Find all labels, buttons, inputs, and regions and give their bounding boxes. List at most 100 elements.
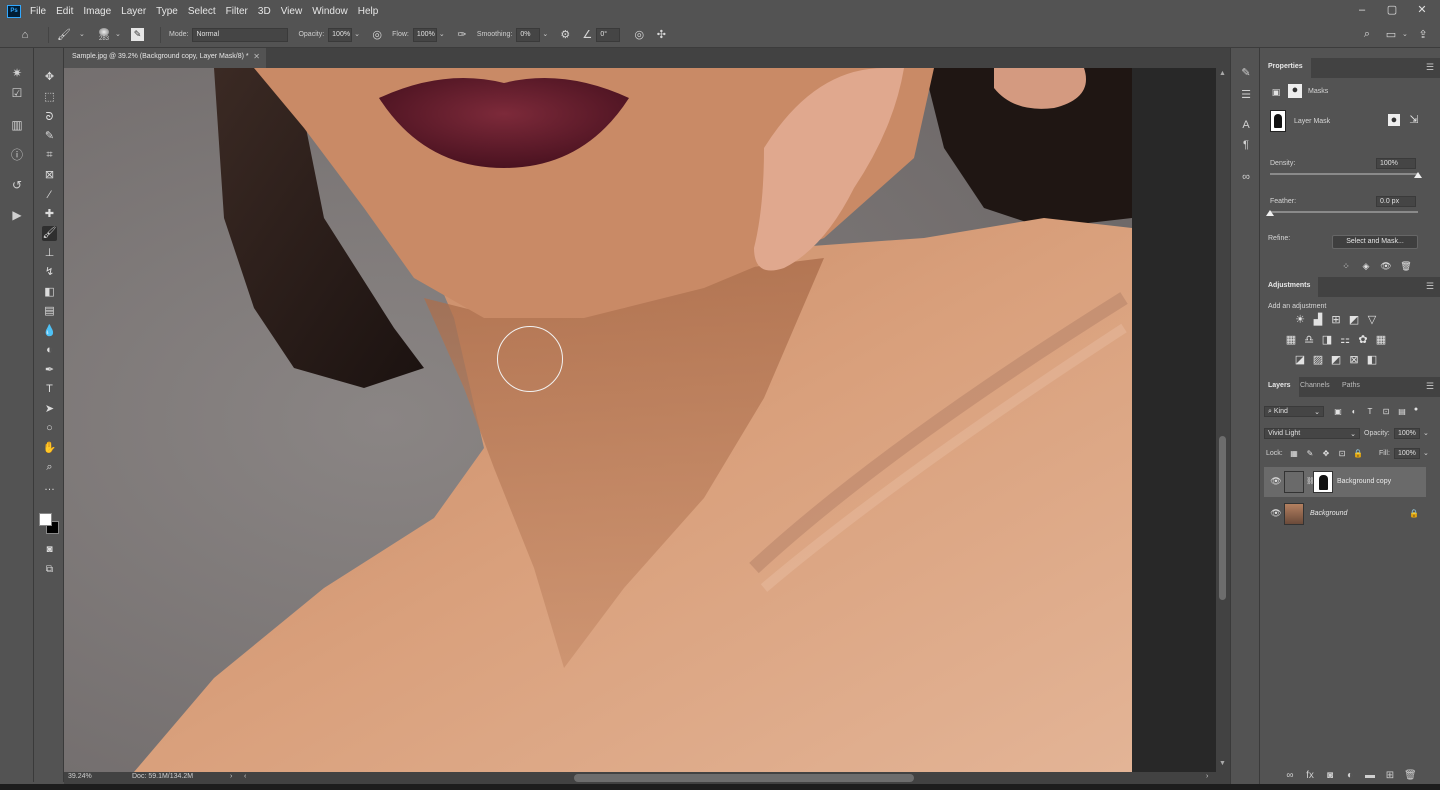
layer-row-background[interactable]: 👁 Background 🔒 — [1264, 499, 1426, 529]
panel-menu-icon[interactable]: ☰ — [1426, 381, 1434, 392]
menu-window[interactable]: Window — [312, 6, 348, 17]
vertical-scrollbar[interactable]: ▲ ▼ — [1216, 68, 1230, 772]
info-icon[interactable]: ⓘ — [10, 148, 24, 162]
chevron-down-icon[interactable]: ⌄ — [1402, 28, 1410, 42]
angle-input[interactable]: 0° — [596, 27, 621, 42]
adjust-sliders-icon[interactable]: ☰ — [1239, 88, 1253, 102]
pen-tool-icon[interactable]: ✒ — [42, 363, 57, 378]
home-icon[interactable]: ⌂ — [18, 28, 32, 42]
lock-icon[interactable]: 🔒 — [1409, 509, 1419, 518]
levels-icon[interactable]: ▟ — [1312, 314, 1324, 326]
zoom-level[interactable]: 39.24% — [68, 773, 92, 780]
minimize-button[interactable]: – — [1356, 3, 1368, 17]
panel-menu-icon[interactable]: ☰ — [1426, 62, 1434, 73]
gradient-triangle-icon[interactable]: ▽ — [1366, 314, 1378, 326]
tab-paths[interactable]: Paths — [1334, 377, 1368, 397]
close-icon[interactable]: ✕ — [253, 52, 260, 61]
menu-file[interactable]: File — [30, 6, 46, 17]
healing-brush-tool-icon[interactable]: ✚ — [42, 207, 57, 222]
frame-tool-icon[interactable]: ⊠ — [42, 168, 57, 183]
layer-mask-thumbnail[interactable] — [1313, 471, 1333, 493]
close-window-button[interactable]: ✕ — [1416, 3, 1428, 17]
photoshop-logo-icon[interactable]: Ps — [7, 4, 21, 18]
add-mask-icon[interactable]: ◙ — [1324, 770, 1336, 782]
lock-all-icon[interactable]: 🔒 — [1352, 448, 1364, 460]
color-lookup-icon[interactable]: ▦ — [1375, 334, 1387, 346]
path-selection-tool-icon[interactable]: ➤ — [42, 402, 57, 417]
chevron-down-icon[interactable]: ⌄ — [79, 28, 87, 42]
chevron-down-icon[interactable]: ⌄ — [542, 28, 550, 42]
smoothing-input[interactable]: 0% — [516, 27, 541, 42]
chevron-down-icon[interactable]: ⌄ — [1423, 449, 1429, 457]
filter-toggle-icon[interactable]: ● — [1410, 404, 1422, 416]
canvas-area[interactable] — [64, 68, 1216, 772]
density-slider-knob[interactable] — [1414, 172, 1422, 178]
vector-mask-icon[interactable]: ● — [1288, 84, 1302, 98]
menu-edit[interactable]: Edit — [56, 6, 73, 17]
chevron-down-icon[interactable]: ⌄ — [115, 28, 123, 42]
ellipse-tool-icon[interactable]: ○ — [42, 421, 57, 436]
eye-icon[interactable]: 👁 — [1380, 260, 1392, 272]
document-info[interactable]: Doc: 59.1M/134.2M — [132, 773, 193, 780]
eyedropper-tool-icon[interactable]: ⁄ — [42, 188, 57, 203]
channel-mixer-icon[interactable]: ✿ — [1357, 334, 1369, 346]
filter-smart-object-icon[interactable]: ▤ — [1396, 406, 1408, 418]
actions-play-icon[interactable]: ▶ — [10, 208, 24, 222]
dodge-tool-icon[interactable]: ◐ — [42, 343, 57, 358]
share-icon[interactable]: ⇪ — [1416, 28, 1430, 42]
brush-settings-panel-icon[interactable]: ✎ — [131, 28, 144, 41]
pressure-size-icon[interactable]: ◎ — [632, 28, 646, 42]
adjustments-title[interactable]: Adjustments — [1260, 277, 1319, 297]
layer-row-background-copy[interactable]: 👁 ⛓ Background copy — [1264, 467, 1426, 497]
clone-stamp-tool-icon[interactable]: ⊥ — [42, 246, 57, 261]
menu-select[interactable]: Select — [188, 6, 216, 17]
threshold-icon[interactable]: ◩ — [1330, 354, 1342, 366]
zoom-tool-icon[interactable]: ⌕ — [42, 460, 57, 475]
menu-view[interactable]: View — [281, 6, 303, 17]
gradient-tool-icon[interactable]: ▤ — [42, 304, 57, 319]
eye-icon[interactable]: 👁 — [1270, 476, 1282, 488]
filter-pixel-icon[interactable]: ▣ — [1332, 406, 1344, 418]
flow-input[interactable]: 100% — [412, 27, 437, 42]
status-expand-icon[interactable]: › — [230, 773, 232, 780]
apply-mask-icon[interactable]: ◈ — [1360, 260, 1372, 272]
scroll-down-icon[interactable]: ▼ — [1219, 760, 1226, 767]
histogram-icon[interactable]: ▥ — [10, 118, 24, 132]
lock-artboard-icon[interactable]: ⊡ — [1336, 448, 1348, 460]
menu-3d[interactable]: 3D — [258, 6, 271, 17]
eraser-tool-icon[interactable]: ◧ — [42, 285, 57, 300]
mode-select[interactable]: Normal — [192, 27, 289, 42]
layer-opacity-input[interactable]: 100% — [1394, 428, 1420, 439]
history-icon[interactable]: ↺ — [10, 178, 24, 192]
move-tool-icon[interactable]: ✥ — [42, 70, 57, 85]
filter-shape-icon[interactable]: ⊡ — [1380, 406, 1392, 418]
new-layer-icon[interactable]: ⊞ — [1384, 770, 1396, 782]
document-tab[interactable]: Sample.jpg @ 39.2% (Background copy, Lay… — [64, 48, 266, 68]
pressure-opacity-icon[interactable]: ◎ — [370, 28, 384, 42]
curves-icon[interactable]: ⊞ — [1330, 314, 1342, 326]
fx-icon[interactable]: fx — [1304, 770, 1316, 782]
feather-slider[interactable] — [1270, 211, 1418, 213]
select-and-mask-button[interactable]: Select and Mask... — [1332, 235, 1418, 249]
type-tool-icon[interactable]: T — [42, 382, 57, 397]
quick-mask-icon[interactable]: ◙ — [42, 542, 57, 557]
hand-tool-icon[interactable]: ✋ — [42, 441, 57, 456]
airbrush-icon[interactable]: ✑ — [455, 28, 469, 42]
more-tools-icon[interactable]: … — [42, 480, 57, 495]
lasso-tool-icon[interactable]: ᘐ — [42, 110, 57, 125]
filter-kind-select[interactable]: ⌕ Kind ⌄ — [1264, 406, 1324, 417]
posterize-icon[interactable]: ▨ — [1312, 354, 1324, 366]
link-icon[interactable]: ∞ — [1239, 170, 1253, 184]
sparkle-icon[interactable]: ✷ — [10, 66, 24, 80]
filter-adjustment-icon[interactable]: ◐ — [1348, 406, 1360, 418]
foreground-color-swatch[interactable] — [39, 513, 52, 526]
workspace-icon[interactable]: ▭ — [1384, 28, 1398, 42]
smoothing-options-gear-icon[interactable]: ⚙ — [558, 28, 572, 42]
quick-select-tool-icon[interactable]: ✎ — [42, 129, 57, 144]
menu-image[interactable]: Image — [83, 6, 111, 17]
hue-saturation-icon[interactable]: ♎ — [1303, 334, 1315, 346]
marquee-tool-icon[interactable]: ⬚ — [42, 90, 57, 105]
tab-channels[interactable]: Channels — [1292, 377, 1338, 397]
search-icon[interactable]: ⌕ — [1360, 28, 1374, 42]
color-balance-icon[interactable]: ◨ — [1321, 334, 1333, 346]
